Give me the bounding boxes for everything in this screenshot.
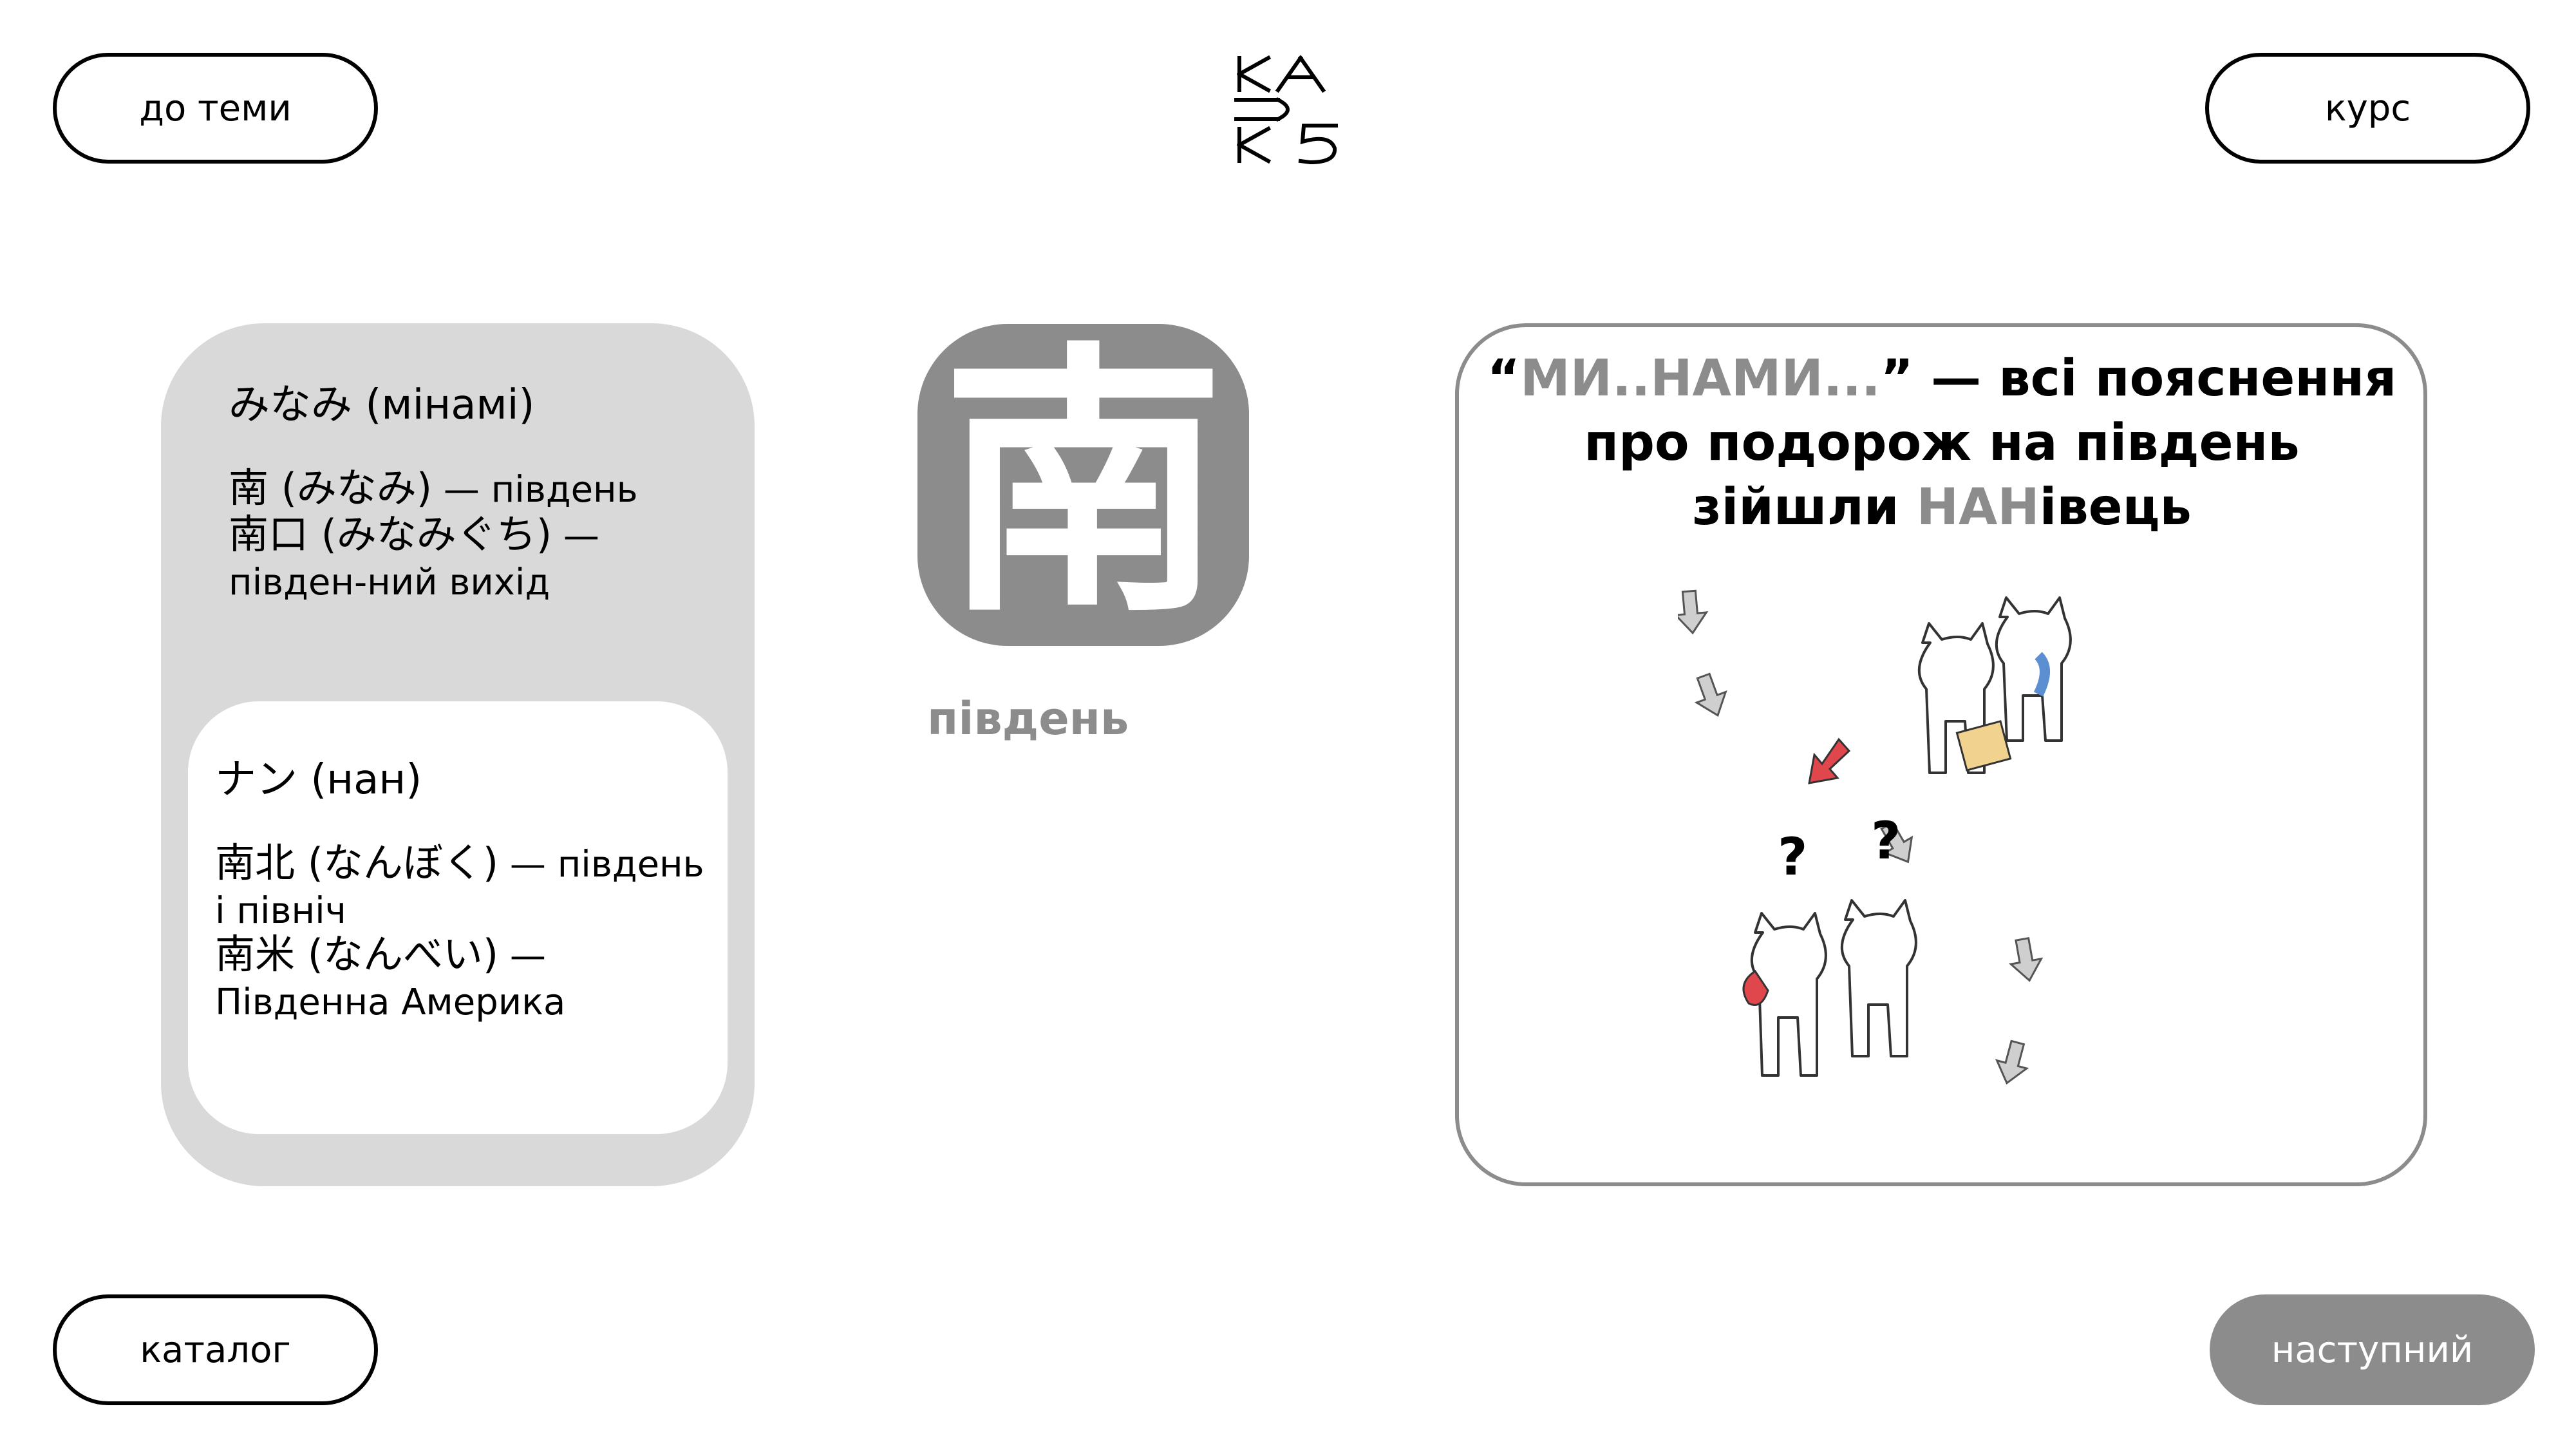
back-to-topic-button[interactable]: до теми [53, 53, 378, 164]
kun-reading-title: みなみ (мінамі) [229, 381, 535, 429]
kun-example-2: 南口 (みなみぐち) — півден-ний вихід [229, 511, 599, 604]
svg-text:?: ? [1871, 811, 1901, 871]
kanji-tile: 南 [917, 324, 1249, 646]
course-button[interactable]: курс [2205, 53, 2530, 164]
svg-text:?: ? [1778, 827, 1807, 887]
kanji-character: 南 [941, 320, 1225, 650]
on-reading-title: ナン (нан) [215, 756, 422, 804]
mnemonic-highlight: НАН [1916, 478, 2040, 536]
on-example-2: 南米 (なんべい) — Південна Америка [215, 931, 566, 1024]
kun-reading-card: みなみ (мінамі) 南 (みなみ) — південь 南口 (みなみぐち… [161, 323, 755, 1186]
kun-example-1: 南 (みなみ) — південь [229, 464, 638, 511]
mnemonic-highlight: МИ..НАМИ... [1520, 350, 1881, 408]
logo-icon[interactable] [1227, 52, 1349, 167]
next-button[interactable]: наступний [2210, 1294, 2535, 1405]
on-reading-card: ナン (нан) 南北 (なんぼく) — південь і північ 南米… [188, 701, 728, 1134]
mnemonic-text: “МИ..НАМИ...” — всі пояснення про подоро… [1487, 350, 2397, 536]
kanji-meaning: південь [927, 692, 1129, 745]
cats-illustration-icon: ? ? [1678, 589, 2072, 1085]
on-example-1: 南北 (なんぼく) — південь і північ [215, 839, 704, 933]
mnemonic-card: “МИ..НАМИ...” — всі пояснення про подоро… [1455, 323, 2427, 1186]
catalog-button[interactable]: каталог [53, 1294, 378, 1405]
